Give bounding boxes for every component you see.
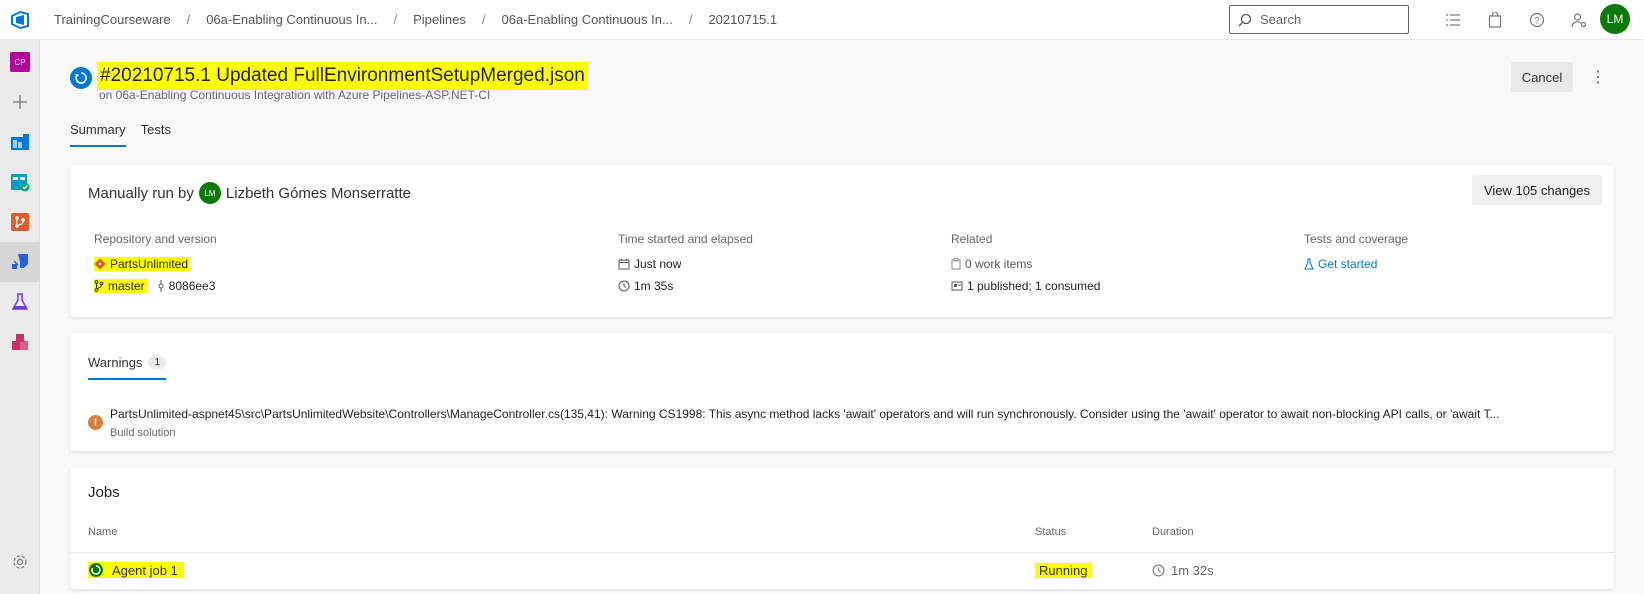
- related-column: Related 0 work items 1 published; 1 cons…: [951, 232, 1100, 297]
- avatar: LM: [198, 182, 221, 204]
- breadcrumb-pipelines[interactable]: Pipelines: [409, 12, 470, 27]
- branch-link[interactable]: master: [94, 279, 147, 293]
- search-icon: [1238, 13, 1252, 26]
- run-tabs: Summary Tests: [70, 114, 186, 147]
- jobs-title: Jobs: [88, 484, 120, 501]
- branch-icon: [94, 280, 104, 292]
- add-icon[interactable]: [0, 82, 40, 122]
- user-avatar[interactable]: LM: [1600, 4, 1630, 34]
- view-changes-button[interactable]: View 105 changes: [1472, 175, 1603, 205]
- user-settings-icon[interactable]: [1558, 8, 1600, 32]
- job-running-icon: [89, 563, 103, 577]
- related-header: Related: [951, 232, 993, 246]
- work-items-link[interactable]: 0 work items: [965, 257, 1032, 271]
- overview-icon[interactable]: [0, 122, 40, 162]
- job-name: Agent job 1: [112, 562, 178, 578]
- test-plans-icon[interactable]: [0, 282, 40, 322]
- manual-run-prefix: Manually run by: [88, 184, 194, 202]
- more-actions-icon[interactable]: ⋮: [1590, 64, 1606, 90]
- breadcrumb-pipeline[interactable]: 06a-Enabling Continuous In...: [498, 12, 677, 27]
- pipelines-icon[interactable]: [0, 242, 40, 282]
- breadcrumb: TrainingCourseware / 06a-Enabling Contin…: [50, 12, 781, 27]
- run-started: Just now: [634, 257, 682, 271]
- project-badge: CP: [10, 52, 30, 72]
- breadcrumb-separator: /: [393, 12, 398, 27]
- branch-name: master: [108, 279, 145, 293]
- work-item-icon: [951, 258, 961, 270]
- column-header-name: Name: [88, 526, 118, 538]
- run-in-progress-icon: [70, 67, 92, 89]
- warnings-count-badge: 1: [148, 356, 166, 369]
- breadcrumb-separator: /: [186, 12, 191, 27]
- breadcrumb-project[interactable]: 06a-Enabling Continuous In...: [202, 12, 381, 27]
- run-elapsed: 1m 35s: [634, 279, 674, 293]
- page-title: #20210715.1 Updated FullEnvironmentSetup…: [97, 62, 588, 90]
- jobs-card: Jobs Name Status Duration Agent job 1 Ru…: [70, 467, 1614, 589]
- commit-id[interactable]: 8086ee3: [169, 279, 216, 293]
- run-summary-card: Manually run by LM Lizbeth Gómes Monserr…: [70, 165, 1614, 317]
- tab-summary[interactable]: Summary: [70, 114, 126, 147]
- azure-devops-logo-icon[interactable]: [0, 0, 40, 40]
- repository-column: Repository and version PartsUnlimited ma…: [94, 232, 217, 297]
- time-header: Time started and elapsed: [618, 232, 753, 246]
- clock-icon: [618, 280, 630, 292]
- warning-source: Build solution: [110, 427, 176, 439]
- svg-text:?: ?: [1534, 16, 1539, 26]
- project-switcher[interactable]: CP: [0, 42, 40, 82]
- tab-tests[interactable]: Tests: [141, 114, 171, 147]
- breadcrumb-run[interactable]: 20210715.1: [704, 12, 781, 27]
- calendar-icon: [618, 259, 630, 270]
- marketplace-bag-icon[interactable]: [1474, 8, 1516, 32]
- breadcrumb-organization[interactable]: TrainingCourseware: [50, 12, 175, 27]
- tests-header: Tests and coverage: [1304, 232, 1409, 246]
- job-status: Running: [1035, 563, 1092, 578]
- job-duration: 1m 32s: [1171, 563, 1214, 578]
- git-repo-icon: [94, 258, 106, 270]
- list-settings-icon[interactable]: [1432, 8, 1474, 32]
- breadcrumb-separator: /: [481, 12, 486, 27]
- column-header-duration: Duration: [1152, 526, 1194, 538]
- help-icon[interactable]: ?: [1516, 8, 1558, 32]
- column-header-status: Status: [1035, 526, 1067, 538]
- repository-header: Repository and version: [94, 232, 217, 246]
- warning-message[interactable]: PartsUnlimited-aspnet45\src\PartsUnlimit…: [110, 407, 1590, 421]
- manual-run-info: Manually run by LM Lizbeth Gómes Monserr…: [88, 182, 411, 204]
- repository-name: PartsUnlimited: [110, 257, 189, 271]
- artifact-icon: [951, 281, 963, 291]
- get-started-link[interactable]: Get started: [1318, 257, 1377, 271]
- warnings-label: Warnings: [88, 355, 143, 370]
- boards-icon[interactable]: [0, 162, 40, 202]
- warnings-card: Warnings 1 ! PartsUnlimited-aspnet45\src…: [70, 333, 1614, 451]
- search-input[interactable]: Search: [1229, 5, 1409, 34]
- artifacts-icon[interactable]: [0, 322, 40, 362]
- tests-column: Tests and coverage Get started: [1304, 232, 1408, 275]
- run-user-name[interactable]: Lizbeth Gómes Monserratte: [226, 185, 411, 202]
- job-name-cell[interactable]: Agent job 1: [88, 562, 184, 578]
- cancel-button[interactable]: Cancel: [1511, 62, 1573, 92]
- repository-link[interactable]: PartsUnlimited: [94, 257, 191, 271]
- artifacts-link[interactable]: 1 published; 1 consumed: [967, 279, 1100, 293]
- repos-icon[interactable]: [0, 202, 40, 242]
- breadcrumb-separator: /: [688, 12, 693, 27]
- tab-warnings[interactable]: Warnings 1: [88, 355, 166, 380]
- warning-icon: !: [88, 415, 103, 430]
- search-placeholder: Search: [1260, 12, 1302, 27]
- time-column: Time started and elapsed Just now 1m 35s: [618, 232, 753, 297]
- run-subtitle[interactable]: on 06a-Enabling Continuous Integration w…: [99, 88, 490, 102]
- clock-icon: [1152, 564, 1165, 577]
- flask-icon: [1304, 258, 1314, 270]
- project-settings-gear-icon[interactable]: [0, 542, 40, 582]
- table-row[interactable]: Agent job 1 Running 1m 32s: [70, 552, 1614, 589]
- top-bar: TrainingCourseware / 06a-Enabling Contin…: [0, 0, 1644, 40]
- left-nav-rail: CP: [0, 40, 40, 594]
- commit-icon: [158, 280, 164, 292]
